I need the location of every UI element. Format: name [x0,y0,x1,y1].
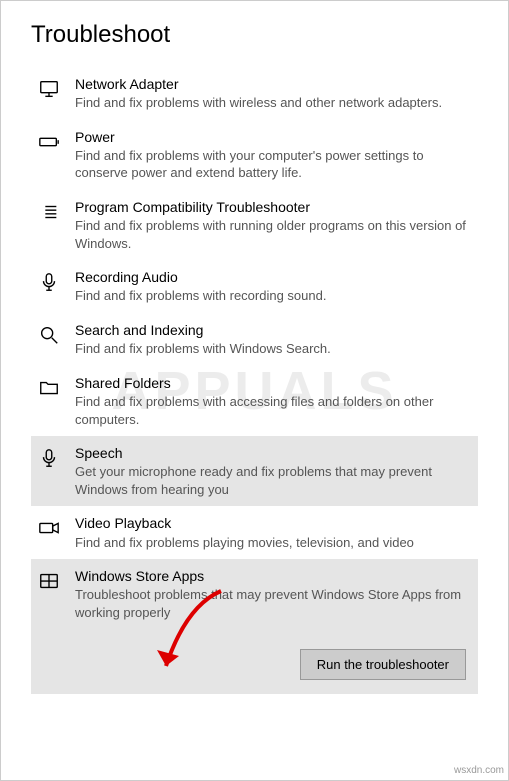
item-title: Speech [75,444,472,462]
item-text: Speech Get your microphone ready and fix… [75,444,472,498]
folder-icon [37,376,61,400]
attribution-text: wsxdn.com [454,765,504,776]
item-text: Shared Folders Find and fix problems wit… [75,374,472,428]
item-title: Search and Indexing [75,321,472,339]
item-title: Network Adapter [75,75,472,93]
item-desc: Find and fix problems with recording sou… [75,287,472,305]
troubleshooter-item-power[interactable]: Power Find and fix problems with your co… [31,120,478,190]
item-desc: Find and fix problems with Windows Searc… [75,340,472,358]
page-title: Troubleshoot [31,21,478,49]
troubleshooter-item-recording-audio[interactable]: Recording Audio Find and fix problems wi… [31,260,478,313]
item-title: Video Playback [75,514,472,532]
troubleshooter-item-search-and-indexing[interactable]: Search and Indexing Find and fix problem… [31,313,478,366]
run-troubleshooter-button[interactable]: Run the troubleshooter [300,649,466,680]
item-text: Windows Store Apps Troubleshoot problems… [75,567,472,621]
troubleshooter-item-speech[interactable]: Speech Get your microphone ready and fix… [31,436,478,506]
item-desc: Find and fix problems with your computer… [75,147,472,182]
item-title: Windows Store Apps [75,567,472,585]
troubleshooter-item-windows-store-apps[interactable]: Windows Store Apps Troubleshoot problems… [31,559,478,694]
troubleshooter-item-video-playback[interactable]: Video Playback Find and fix problems pla… [31,506,478,559]
item-text: Program Compatibility Troubleshooter Fin… [75,198,472,252]
item-desc: Find and fix problems with running older… [75,217,472,252]
mic-icon [37,446,61,470]
item-text: Power Find and fix problems with your co… [75,128,472,182]
item-desc: Find and fix problems with wireless and … [75,94,472,112]
store-icon [37,569,61,593]
battery-icon [37,130,61,154]
troubleshooter-item-network-adapter[interactable]: Network Adapter Find and fix problems wi… [31,67,478,120]
item-desc: Find and fix problems playing movies, te… [75,534,472,552]
item-title: Program Compatibility Troubleshooter [75,198,472,216]
item-text: Video Playback Find and fix problems pla… [75,514,472,551]
item-title: Recording Audio [75,268,472,286]
list-icon [37,200,61,224]
troubleshooter-list: Network Adapter Find and fix problems wi… [31,67,478,694]
mic-icon [37,270,61,294]
search-icon [37,323,61,347]
item-desc: Get your microphone ready and fix proble… [75,463,472,498]
item-text: Search and Indexing Find and fix problem… [75,321,472,358]
item-text: Recording Audio Find and fix problems wi… [75,268,472,305]
troubleshooter-item-shared-folders[interactable]: Shared Folders Find and fix problems wit… [31,366,478,436]
item-desc: Find and fix problems with accessing fil… [75,393,472,428]
troubleshooter-item-program-compatibility-troubleshooter[interactable]: Program Compatibility Troubleshooter Fin… [31,190,478,260]
item-text: Network Adapter Find and fix problems wi… [75,75,472,112]
monitor-icon [37,77,61,101]
item-desc: Troubleshoot problems that may prevent W… [75,586,472,621]
item-title: Shared Folders [75,374,472,392]
item-title: Power [75,128,472,146]
video-icon [37,516,61,540]
